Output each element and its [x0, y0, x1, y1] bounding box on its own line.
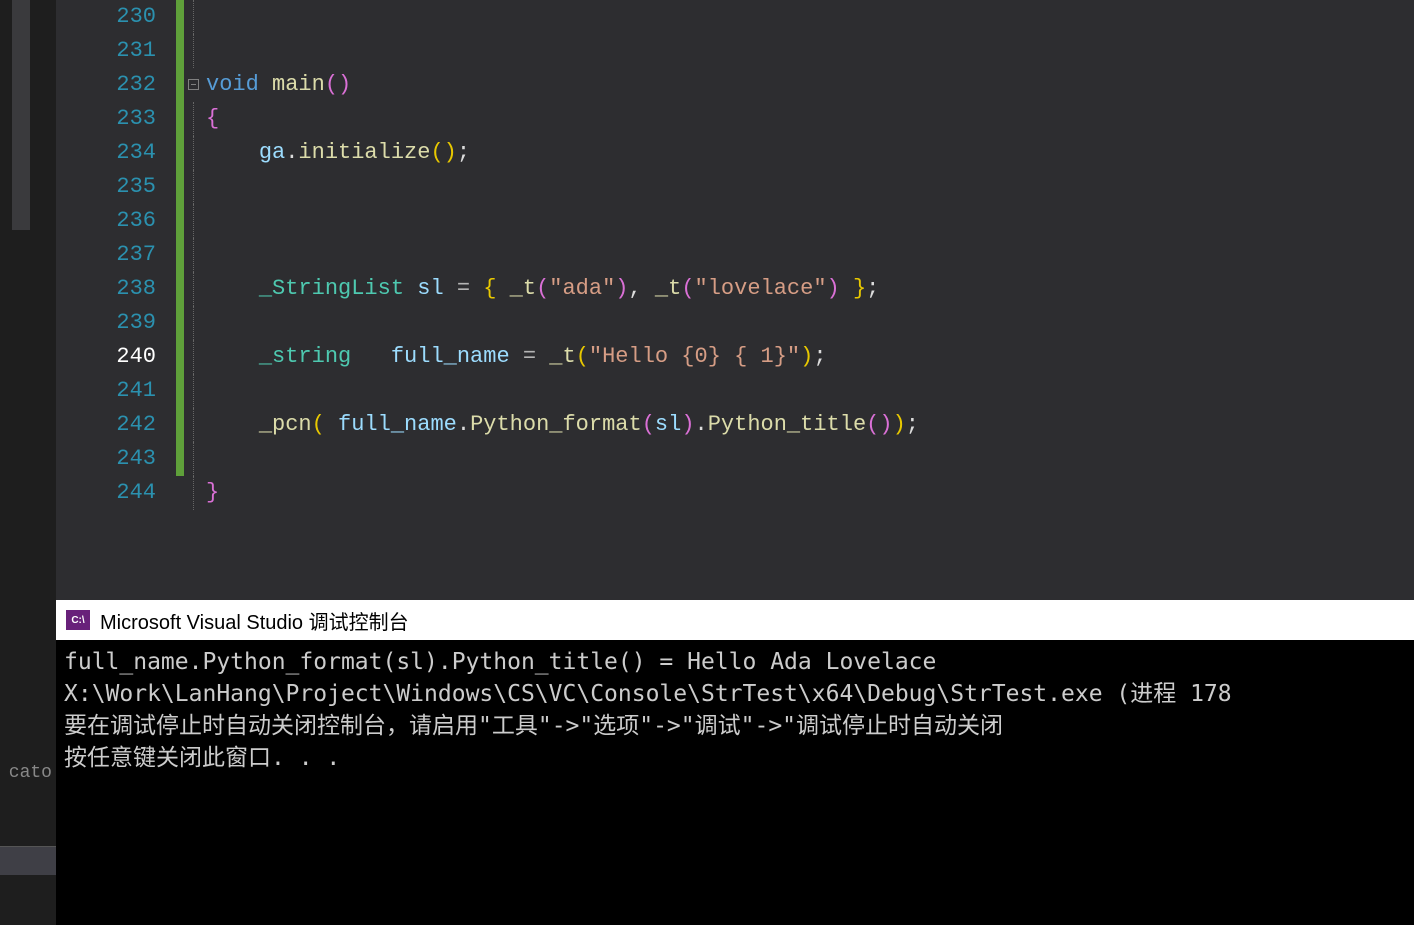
- code-line[interactable]: 232 void main(): [56, 68, 1414, 102]
- code-text[interactable]: _string full_name = _t("Hello {0} { 1}")…: [206, 340, 827, 374]
- change-indicator: [176, 0, 184, 34]
- line-number: 241: [56, 374, 176, 408]
- change-indicator: [176, 476, 184, 510]
- code-body[interactable]: 230231232 void main() 233 {234 ga.initializ…: [56, 0, 1414, 600]
- line-number: 243: [56, 442, 176, 476]
- debug-console-window: C:\ Microsoft Visual Studio 调试控制台 full_n…: [56, 600, 1414, 925]
- code-line[interactable]: 231: [56, 34, 1414, 68]
- change-indicator: [176, 306, 184, 340]
- outline-column[interactable]: [188, 442, 206, 476]
- change-indicator: [176, 136, 184, 170]
- change-indicator: [176, 34, 184, 68]
- outline-column[interactable]: [188, 306, 206, 340]
- change-indicator: [176, 238, 184, 272]
- editor-left-margin: [0, 0, 56, 600]
- code-line[interactable]: 240 _string full_name = _t("Hello {0} { …: [56, 340, 1414, 374]
- outline-guide: [193, 0, 194, 34]
- fold-toggle-icon[interactable]: [188, 79, 199, 90]
- line-number: 233: [56, 102, 176, 136]
- line-number: 235: [56, 170, 176, 204]
- code-text[interactable]: ga.initialize();: [206, 136, 470, 170]
- code-line[interactable]: 243: [56, 442, 1414, 476]
- outline-guide: [193, 374, 194, 408]
- line-number: 234: [56, 136, 176, 170]
- change-indicator: [176, 272, 184, 306]
- change-indicator: [176, 204, 184, 238]
- code-line[interactable]: 237: [56, 238, 1414, 272]
- console-line: 要在调试停止时自动关闭控制台，请启用"工具"->"选项"->"调试"->"调试停…: [64, 710, 1406, 742]
- outline-column[interactable]: [188, 204, 206, 238]
- code-line[interactable]: 239: [56, 306, 1414, 340]
- line-number: 244: [56, 476, 176, 510]
- change-indicator: [176, 170, 184, 204]
- outline-guide: [193, 238, 194, 272]
- line-number: 240: [56, 340, 176, 374]
- code-line[interactable]: 233 {: [56, 102, 1414, 136]
- outline-column[interactable]: [188, 476, 206, 510]
- outline-guide: [193, 306, 194, 340]
- outline-column[interactable]: [188, 0, 206, 34]
- line-number: 242: [56, 408, 176, 442]
- outline-column[interactable]: [188, 102, 206, 136]
- console-titlebar[interactable]: C:\ Microsoft Visual Studio 调试控制台: [56, 600, 1414, 640]
- outline-column[interactable]: [188, 136, 206, 170]
- line-number: 239: [56, 306, 176, 340]
- code-line[interactable]: 242 _pcn( full_name.Python_format(sl).Py…: [56, 408, 1414, 442]
- code-line[interactable]: 236: [56, 204, 1414, 238]
- code-line[interactable]: 244}: [56, 476, 1414, 510]
- outline-column[interactable]: [188, 272, 206, 306]
- code-text[interactable]: void main(): [206, 68, 351, 102]
- console-line: X:\Work\LanHang\Project\Windows\CS\VC\Co…: [64, 678, 1406, 710]
- code-line[interactable]: 238 _StringList sl = { _t("ada"), _t("lo…: [56, 272, 1414, 306]
- line-number: 236: [56, 204, 176, 238]
- change-indicator: [176, 68, 184, 102]
- outline-guide: [193, 170, 194, 204]
- code-line[interactable]: 234 ga.initialize();: [56, 136, 1414, 170]
- change-indicator: [176, 340, 184, 374]
- console-icon: C:\: [66, 610, 90, 630]
- code-text[interactable]: _pcn( full_name.Python_format(sl).Python…: [206, 408, 919, 442]
- outline-guide: [193, 204, 194, 238]
- code-line[interactable]: 241: [56, 374, 1414, 408]
- console-output[interactable]: full_name.Python_format(sl).Python_title…: [56, 640, 1414, 780]
- truncated-panel-text: cato: [0, 756, 56, 790]
- code-line[interactable]: 230: [56, 0, 1414, 34]
- console-line: 按任意键关闭此窗口. . .: [64, 742, 1406, 774]
- console-line: full_name.Python_format(sl).Python_title…: [64, 646, 1406, 678]
- statusbar-fragment: [0, 846, 56, 875]
- outline-column[interactable]: [188, 170, 206, 204]
- outline-guide: [193, 136, 194, 170]
- console-title: Microsoft Visual Studio 调试控制台: [100, 606, 409, 635]
- outline-guide: [193, 408, 194, 442]
- outline-column[interactable]: [188, 408, 206, 442]
- outline-column[interactable]: [188, 238, 206, 272]
- change-indicator: [176, 442, 184, 476]
- overview-ruler[interactable]: [12, 0, 30, 230]
- code-text[interactable]: _StringList sl = { _t("ada"), _t("lovela…: [206, 272, 879, 306]
- code-editor[interactable]: 230231232 void main() 233 {234 ga.initializ…: [0, 0, 1414, 600]
- code-text[interactable]: {: [206, 102, 219, 136]
- change-indicator: [176, 102, 184, 136]
- outline-guide: [193, 102, 194, 136]
- line-number: 237: [56, 238, 176, 272]
- outline-guide: [193, 476, 194, 510]
- outline-column[interactable]: [188, 34, 206, 68]
- line-number: 231: [56, 34, 176, 68]
- outline-guide: [193, 272, 194, 306]
- outline-column[interactable]: [188, 374, 206, 408]
- code-text[interactable]: }: [206, 476, 219, 510]
- outline-guide: [193, 34, 194, 68]
- code-line[interactable]: 235: [56, 170, 1414, 204]
- change-indicator: [176, 374, 184, 408]
- line-number: 232: [56, 68, 176, 102]
- line-number: 230: [56, 0, 176, 34]
- outline-guide: [193, 442, 194, 476]
- outline-column[interactable]: [188, 68, 206, 102]
- line-number: 238: [56, 272, 176, 306]
- outline-column[interactable]: [188, 340, 206, 374]
- change-indicator: [176, 408, 184, 442]
- outline-guide: [193, 340, 194, 374]
